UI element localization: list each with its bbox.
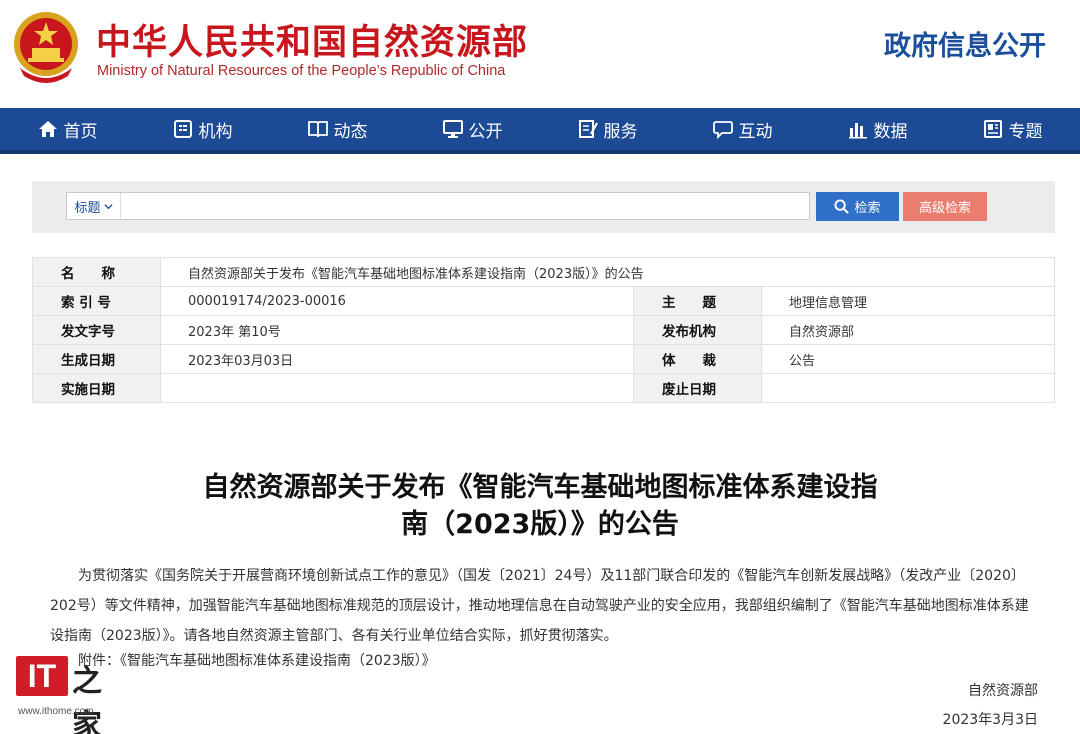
search-box: 标题 [66, 192, 810, 220]
signature-date: 2023年3月3日 [942, 712, 1038, 728]
genre-label: 体 裁 [633, 344, 762, 374]
effective-label: 实施日期 [32, 373, 161, 403]
nav-item-label: 动态 [333, 121, 368, 142]
index-label: 索 引 号 [32, 286, 161, 316]
topic-label: 主 题 [633, 286, 762, 316]
effective-value [160, 373, 634, 403]
chevron-down-icon [103, 203, 113, 209]
article-paragraph: 为贯彻落实《国务院关于开展营商环境创新试点工作的意见》（国发〔2021〕24号）… [50, 568, 1029, 644]
nav-item-label: 机构 [198, 121, 233, 142]
nav-item-service[interactable]: 服务 [540, 108, 675, 150]
nav-item-org[interactable]: 机构 [135, 108, 270, 150]
search-button[interactable]: 检索 [816, 192, 899, 221]
topic-value: 地理信息管理 [761, 286, 1055, 316]
index-value: 000019174/2023-00016 [160, 286, 634, 316]
nav-item-data[interactable]: 数据 [810, 108, 945, 150]
expire-value [761, 373, 1055, 403]
national-emblem-icon [14, 12, 78, 83]
article-title-line-2: 南（2023版）》的公告 [401, 509, 679, 540]
search-bar: 标题 检索 高级检索 [32, 181, 1055, 233]
docno-value: 2023年 第10号 [160, 315, 634, 345]
article-title-line-1: 自然资源部关于发布《智能汽车基础地图标准体系建设指 [202, 472, 878, 503]
table-row: 发文字号 2023年 第10号 发布机构 自然资源部 [32, 315, 1055, 345]
publisher-label: 发布机构 [633, 315, 762, 345]
topic-icon [983, 120, 1002, 138]
org-icon [173, 120, 192, 138]
search-icon [834, 199, 850, 214]
bar-chart-icon [848, 123, 867, 139]
ithome-watermark: IT 之家 www.ithome.com [16, 654, 126, 734]
genre-value: 公告 [761, 344, 1055, 374]
table-row: 实施日期 废止日期 [32, 373, 1055, 403]
nav-item-label: 服务 [603, 121, 638, 142]
nav-item-interact[interactable]: 互动 [675, 108, 810, 150]
nav-item-topic[interactable]: 专题 [945, 108, 1080, 150]
nav-item-label: 专题 [1008, 121, 1043, 142]
site-title: 中华人民共和国自然资源部 [96, 23, 529, 63]
created-label: 生成日期 [32, 344, 161, 374]
edit-doc-icon [578, 120, 598, 138]
search-input[interactable] [123, 193, 809, 219]
nav-item-open[interactable]: 公开 [405, 108, 540, 150]
attachment-link[interactable]: 附件：《智能汽车基础地图标准体系建设指南（2023版）》 [78, 650, 436, 670]
signature-org: 自然资源部 [968, 683, 1038, 699]
name-label: 名 称 [32, 257, 161, 287]
table-row: 索 引 号 000019174/2023-00016 主 题 地理信息管理 [32, 286, 1055, 316]
table-row: 名 称 自然资源部关于发布《智能汽车基础地图标准体系建设指南（2023版）》的公… [32, 257, 1055, 287]
nav-item-label: 公开 [468, 121, 503, 142]
nav-item-label: 数据 [873, 121, 908, 142]
advanced-search-label: 高级检索 [918, 201, 971, 216]
home-icon [38, 121, 57, 137]
article-title: 自然资源部关于发布《智能汽车基础地图标准体系建设指 南（2023版）》的公告 [100, 469, 980, 543]
chat-icon [712, 121, 733, 139]
name-value: 自然资源部关于发布《智能汽车基础地图标准体系建设指南（2023版）》的公告 [160, 257, 1055, 287]
nav-item-label: 首页 [63, 121, 98, 142]
nav-item-news[interactable]: 动态 [270, 108, 405, 150]
expire-label: 废止日期 [633, 373, 762, 403]
main-nav: 首页 机构 动态 公开 服务 互动 数据 专题 [0, 108, 1080, 154]
nav-item-home[interactable]: 首页 [0, 108, 135, 150]
gov-info-open-title[interactable]: 政府信息公开 [884, 24, 1046, 63]
docno-label: 发文字号 [32, 315, 161, 345]
site-header: 中华人民共和国自然资源部 Ministry of Natural Resourc… [0, 0, 1080, 108]
publisher-value: 自然资源部 [761, 315, 1055, 345]
advanced-search-button[interactable]: 高级检索 [903, 192, 987, 221]
search-button-label: 检索 [854, 201, 881, 216]
document-info-table: 名 称 自然资源部关于发布《智能汽车基础地图标准体系建设指南（2023版）》的公… [32, 257, 1055, 403]
search-type-label: 标题 [74, 200, 101, 216]
site-subtitle: Ministry of Natural Resources of the Peo… [97, 63, 506, 79]
ithome-logo: IT [16, 656, 68, 696]
nav-item-label: 互动 [738, 121, 773, 142]
ithome-logo-zh: 之家 [72, 664, 102, 734]
search-type-dropdown[interactable]: 标题 [67, 193, 121, 219]
created-value: 2023年03月03日 [160, 344, 634, 374]
monitor-icon [442, 120, 463, 138]
table-row: 生成日期 2023年03月03日 体 裁 公告 [32, 344, 1055, 374]
book-icon [307, 121, 328, 138]
ithome-url: www.ithome.com [18, 706, 94, 717]
